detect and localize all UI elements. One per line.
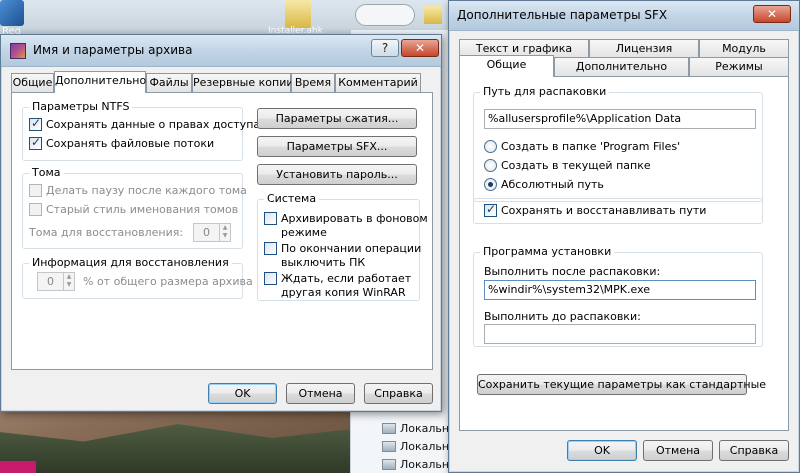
volumes-group: Тома Делать паузу после каждого тома Ста…: [22, 166, 247, 249]
drive-icon: [382, 459, 396, 470]
tab-files[interactable]: Файлы: [146, 73, 192, 92]
archive-tabs: Общие Дополнительно Файлы Резервные копи…: [11, 71, 433, 93]
cancel-button[interactable]: Отмена: [286, 383, 355, 404]
tab-advanced[interactable]: Дополнительно: [54, 71, 146, 93]
save-acl-checkbox[interactable]: Сохранять данные о правах доступа: [29, 116, 260, 132]
explorer-row[interactable]: Локальн: [380, 456, 450, 473]
sfx-settings-button[interactable]: Параметры SFX...: [257, 136, 417, 157]
recovery-volumes-label: Тома для восстановления:: [29, 226, 184, 239]
recovery-volumes-stepper[interactable]: 0 ▲ ▼: [193, 223, 231, 242]
checkbox-box: [29, 203, 42, 216]
old-naming-checkbox[interactable]: Старый стиль именования томов: [29, 203, 238, 217]
help-button[interactable]: Справка: [364, 383, 433, 404]
compression-settings-button[interactable]: Параметры сжатия...: [257, 108, 417, 129]
tab-license[interactable]: Лицензия: [589, 39, 699, 58]
recovery-percent-suffix: % от общего размера архива: [83, 275, 253, 288]
up-arrow-icon[interactable]: ▲: [64, 273, 74, 281]
radio-current-folder[interactable]: Создать в текущей папке: [484, 159, 651, 173]
help-title-button[interactable]: ?: [371, 39, 399, 57]
winrar-icon: [10, 43, 26, 59]
run-before-input[interactable]: [484, 324, 756, 344]
sfx-general-panel: Путь для распаковки %allusersprofile%\Ap…: [459, 76, 789, 431]
radio-circle: [484, 159, 497, 172]
taskbar-fragment: [0, 461, 36, 473]
sfx-dialog-titlebar[interactable]: Дополнительные параметры SFX ✕: [449, 1, 799, 31]
close-icon[interactable]: ✕: [753, 5, 791, 23]
system-group-title: Система: [264, 192, 320, 205]
setup-program-title: Программа установки: [480, 245, 615, 258]
stepper-arrows[interactable]: ▲ ▼: [63, 273, 74, 290]
tab-comment[interactable]: Комментарий: [335, 73, 421, 92]
recovery-percent-stepper[interactable]: 0 ▲ ▼: [37, 272, 75, 291]
extract-path-input[interactable]: %allusersprofile%\Application Data: [484, 109, 756, 129]
save-paths-group: Сохранять и восстанавливать пути: [473, 198, 763, 224]
help-button[interactable]: Справка: [719, 440, 789, 461]
shutdown-checkbox[interactable]: По окончании операции выключить ПК: [264, 242, 421, 270]
tab-modes[interactable]: Режимы: [689, 57, 789, 76]
recovery-info-group-title: Информация для восстановления: [29, 256, 232, 269]
nav-buttons-icon: [355, 4, 415, 26]
tab-general[interactable]: Общие: [11, 73, 54, 92]
ntfs-group-title: Параметры NTFS: [29, 100, 133, 113]
save-defaults-button[interactable]: Сохранить текущие параметры как стандарт…: [477, 374, 766, 395]
drive-icon: [382, 423, 396, 434]
tab-general[interactable]: Общие: [459, 55, 554, 77]
ntfs-group: Параметры NTFS Сохранять данные о правах…: [22, 100, 260, 161]
radio-program-files[interactable]: Создать в папке 'Program Files': [484, 140, 680, 154]
checkbox-box: [484, 202, 497, 217]
ok-button[interactable]: OK: [567, 440, 637, 461]
explorer-row[interactable]: Локальн: [380, 420, 450, 438]
sfx-dialog-title: Дополнительные параметры SFX: [457, 8, 668, 22]
save-paths-checkbox[interactable]: Сохранять и восстанавливать пути: [484, 202, 706, 218]
radio-circle: [484, 140, 497, 153]
pause-after-volume-checkbox[interactable]: Делать паузу после каждого тома: [29, 184, 247, 198]
background-archive-checkbox[interactable]: Архивировать в фоновом режиме: [264, 212, 428, 240]
folder-icon: [424, 6, 442, 24]
checkbox-box: [29, 116, 42, 131]
desktop-app-icon[interactable]: [0, 0, 24, 26]
radio-absolute-path[interactable]: Абсолютный путь: [484, 178, 604, 192]
advanced-panel: Параметры NTFS Сохранять данные о правах…: [11, 92, 433, 370]
run-after-label: Выполнить после распаковки:: [484, 265, 661, 278]
up-arrow-icon[interactable]: ▲: [220, 224, 230, 232]
archive-dialog: Имя и параметры архива ? ✕ Общие Дополни…: [0, 34, 442, 412]
extract-path-group: Путь для распаковки %allusersprofile%\Ap…: [473, 85, 763, 202]
radio-circle: [484, 178, 497, 191]
tab-module[interactable]: Модуль: [699, 39, 789, 58]
close-icon[interactable]: ✕: [401, 39, 439, 57]
set-password-button[interactable]: Установить пароль...: [257, 164, 417, 185]
run-after-input[interactable]: %windir%\system32\MPK.exe: [484, 280, 756, 300]
extract-path-title: Путь для распаковки: [480, 85, 610, 98]
checkbox-box: [264, 242, 277, 255]
checkbox-box: [29, 135, 42, 150]
checkbox-box: [264, 272, 277, 285]
run-before-label: Выполнить до распаковки:: [484, 310, 641, 323]
save-streams-checkbox[interactable]: Сохранять файловые потоки: [29, 135, 214, 151]
tab-time[interactable]: Время: [291, 73, 335, 92]
tab-backup[interactable]: Резервные копии: [192, 73, 294, 92]
archive-dialog-title: Имя и параметры архива: [33, 43, 193, 57]
wait-winrar-checkbox[interactable]: Ждать, если работает другая копия WinRAR: [264, 272, 411, 300]
tab-advanced[interactable]: Дополнительно: [554, 57, 689, 76]
sfx-tabs-front: Общие Дополнительно Режимы: [459, 55, 789, 77]
setup-program-group: Программа установки Выполнить после расп…: [473, 245, 763, 347]
cancel-button[interactable]: Отмена: [643, 440, 713, 461]
desktop-file-icon[interactable]: [285, 0, 311, 28]
stepper-arrows[interactable]: ▲ ▼: [219, 224, 230, 241]
sfx-dialog: Дополнительные параметры SFX ✕ Текст и г…: [448, 0, 800, 473]
drive-icon: [382, 441, 396, 452]
recovery-info-group: Информация для восстановления 0 ▲ ▼ % от …: [22, 256, 253, 299]
explorer-row[interactable]: Локальн: [380, 438, 450, 456]
ok-button[interactable]: OK: [208, 383, 277, 404]
system-group: Система Архивировать в фоновом режиме По…: [257, 192, 428, 301]
volumes-group-title: Тома: [29, 166, 64, 179]
down-arrow-icon[interactable]: ▼: [64, 281, 74, 289]
checkbox-box: [264, 212, 277, 225]
archive-dialog-titlebar[interactable]: Имя и параметры архива ? ✕: [1, 35, 441, 67]
checkbox-box: [29, 184, 42, 197]
down-arrow-icon[interactable]: ▼: [220, 232, 230, 240]
